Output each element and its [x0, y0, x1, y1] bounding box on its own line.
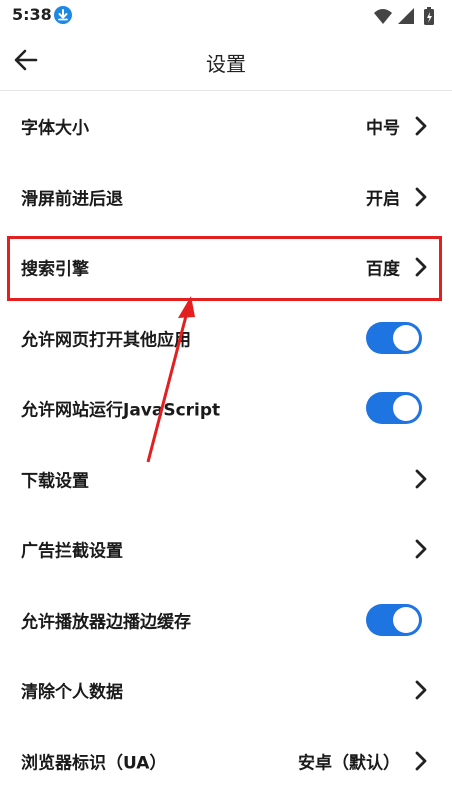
setting-label: 允许网站运行JavaScript — [21, 400, 221, 421]
status-time: 5:38 — [12, 5, 52, 24]
setting-swipe-navigation[interactable]: 滑屏前进后退 开启 — [0, 162, 452, 233]
setting-label: 下载设置 — [21, 471, 89, 492]
page-title: 设置 — [206, 52, 246, 76]
setting-font-size[interactable]: 字体大小 中号 — [0, 91, 452, 162]
download-icon — [54, 6, 72, 24]
setting-clear-data[interactable]: 清除个人数据 — [0, 655, 452, 726]
chevron-right-icon — [414, 115, 428, 137]
toggle-switch[interactable] — [366, 321, 422, 354]
setting-label: 滑屏前进后退 — [21, 189, 123, 210]
battery-charging-icon — [424, 7, 434, 25]
setting-label: 清除个人数据 — [21, 682, 123, 703]
status-icons — [372, 5, 442, 27]
app-bar: 设置 — [0, 32, 452, 91]
setting-value: 开启 — [366, 189, 400, 210]
status-bar: 5:38 — [0, 0, 452, 32]
chevron-right-icon — [414, 750, 428, 772]
setting-allow-open-apps[interactable]: 允许网页打开其他应用 — [0, 303, 452, 374]
toggle-knob — [393, 606, 419, 633]
wifi-icon — [374, 9, 392, 24]
setting-label: 允许网页打开其他应用 — [21, 330, 191, 351]
toggle-switch[interactable] — [366, 392, 422, 425]
setting-user-agent[interactable]: 浏览器标识（UA） 安卓（默认） — [0, 726, 452, 797]
setting-label: 浏览器标识（UA） — [21, 753, 167, 774]
setting-search-engine[interactable]: 搜索引擎 百度 — [0, 232, 452, 303]
setting-label: 字体大小 — [21, 118, 89, 139]
chevron-right-icon — [414, 186, 428, 208]
chevron-right-icon — [414, 538, 428, 560]
setting-download[interactable]: 下载设置 — [0, 444, 452, 515]
setting-value: 中号 — [366, 118, 400, 139]
toggle-switch[interactable] — [366, 603, 422, 636]
settings-list: 字体大小 中号 滑屏前进后退 开启 搜索引擎 百度 允许网页打开其他应用 允许网… — [0, 91, 452, 796]
chevron-right-icon — [414, 468, 428, 490]
setting-adblock[interactable]: 广告拦截设置 — [0, 514, 452, 585]
toggle-knob — [393, 324, 419, 351]
setting-label: 广告拦截设置 — [21, 541, 123, 562]
signal-icon — [398, 8, 414, 24]
setting-value: 百度 — [366, 259, 400, 280]
setting-label: 搜索引擎 — [21, 259, 89, 280]
chevron-right-icon — [414, 679, 428, 701]
setting-player-cache[interactable]: 允许播放器边播边缓存 — [0, 585, 452, 656]
setting-allow-javascript[interactable]: 允许网站运行JavaScript — [0, 373, 452, 444]
chevron-right-icon — [414, 256, 428, 278]
setting-value: 安卓（默认） — [298, 753, 400, 774]
toggle-knob — [393, 395, 419, 422]
setting-label: 允许播放器边播边缓存 — [21, 612, 191, 633]
